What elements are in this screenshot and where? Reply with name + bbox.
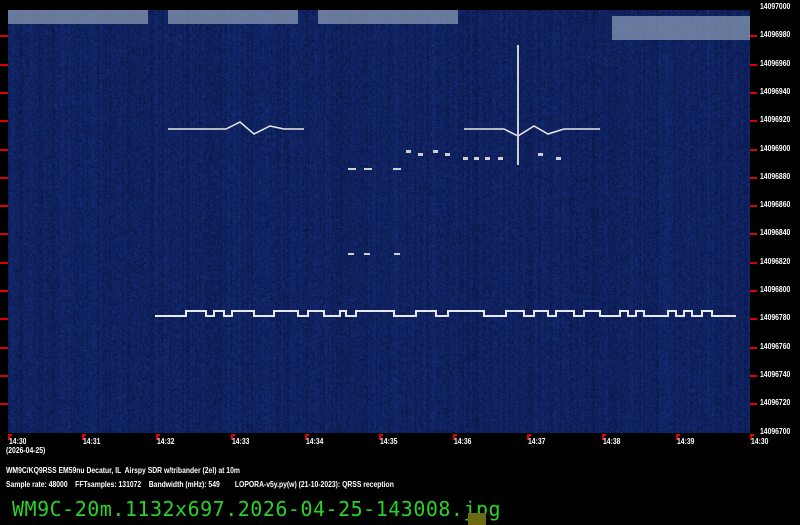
frequency-label: 14096880 <box>760 172 790 182</box>
reception-params: Sample rate: 48000 FFTsamples: 131072 Ba… <box>6 480 394 489</box>
frequency-label: 14096940 <box>760 87 790 97</box>
frequency-label: 14096760 <box>760 342 790 352</box>
frequency-tick <box>0 262 8 264</box>
frequency-tick <box>750 92 757 94</box>
frequency-label: 14096800 <box>760 285 790 295</box>
signal-trace-v-2 <box>464 126 600 136</box>
frequency-tick <box>0 290 8 292</box>
frequency-label: 14096860 <box>760 200 790 210</box>
frequency-tick <box>750 318 757 320</box>
frequency-tick <box>750 149 757 151</box>
time-label: 14:30 <box>751 437 768 446</box>
time-label: 14:38 <box>603 437 620 446</box>
frequency-tick <box>0 318 8 320</box>
frequency-tick <box>0 92 8 94</box>
time-label: 14:37 <box>528 437 545 446</box>
frequency-tick <box>0 375 8 377</box>
time-label: 14:33 <box>232 437 249 446</box>
signal-trace-fsk <box>155 311 736 316</box>
time-label: 14:31 <box>83 437 100 446</box>
frequency-tick <box>0 233 8 235</box>
frequency-tick <box>0 177 8 179</box>
frequency-tick <box>750 35 757 37</box>
frequency-label: 14096740 <box>760 370 790 380</box>
frequency-tick <box>750 64 757 66</box>
text-cursor <box>468 513 486 525</box>
date-label: (2026-04-25) <box>6 446 45 455</box>
signal-trace-v-1 <box>168 122 304 134</box>
time-label: 14:36 <box>454 437 471 446</box>
time-label: 14:32 <box>157 437 174 446</box>
frequency-tick <box>750 347 757 349</box>
frequency-label: 14096700 <box>760 427 790 437</box>
frequency-tick <box>0 205 8 207</box>
frequency-tick <box>0 120 8 122</box>
frequency-label: 14096780 <box>760 313 790 323</box>
filename-label: WM9C-20m.1132x697.2026-04-25-143008.jpg <box>12 497 501 521</box>
frequency-label: 14096840 <box>760 228 790 238</box>
frequency-tick <box>750 375 757 377</box>
signal-traces <box>8 10 750 433</box>
time-label: 14:34 <box>306 437 323 446</box>
frequency-label: 14096980 <box>760 30 790 40</box>
frequency-label: 14097000 <box>760 2 790 12</box>
frequency-label: 14096720 <box>760 398 790 408</box>
frequency-tick <box>0 403 8 405</box>
time-label: 14:30 <box>9 437 26 446</box>
frequency-label: 14096900 <box>760 144 790 154</box>
spectrogram <box>8 10 750 433</box>
frequency-tick <box>750 120 757 122</box>
frequency-label: 14096920 <box>760 115 790 125</box>
frequency-label: 14096960 <box>760 59 790 69</box>
time-label: 14:39 <box>677 437 694 446</box>
frequency-tick <box>0 35 8 37</box>
frequency-tick <box>750 403 757 405</box>
time-label: 14:35 <box>380 437 397 446</box>
frequency-tick <box>750 233 757 235</box>
station-info: WM9C/KQ9RSS EM59nu Decatur, IL Airspy SD… <box>6 466 240 475</box>
frequency-tick <box>0 347 8 349</box>
frequency-tick <box>750 205 757 207</box>
frequency-tick <box>0 149 8 151</box>
frequency-tick <box>0 64 8 66</box>
frequency-label: 14096820 <box>760 257 790 267</box>
frequency-tick <box>750 290 757 292</box>
frequency-tick <box>750 262 757 264</box>
frequency-tick <box>750 177 757 179</box>
